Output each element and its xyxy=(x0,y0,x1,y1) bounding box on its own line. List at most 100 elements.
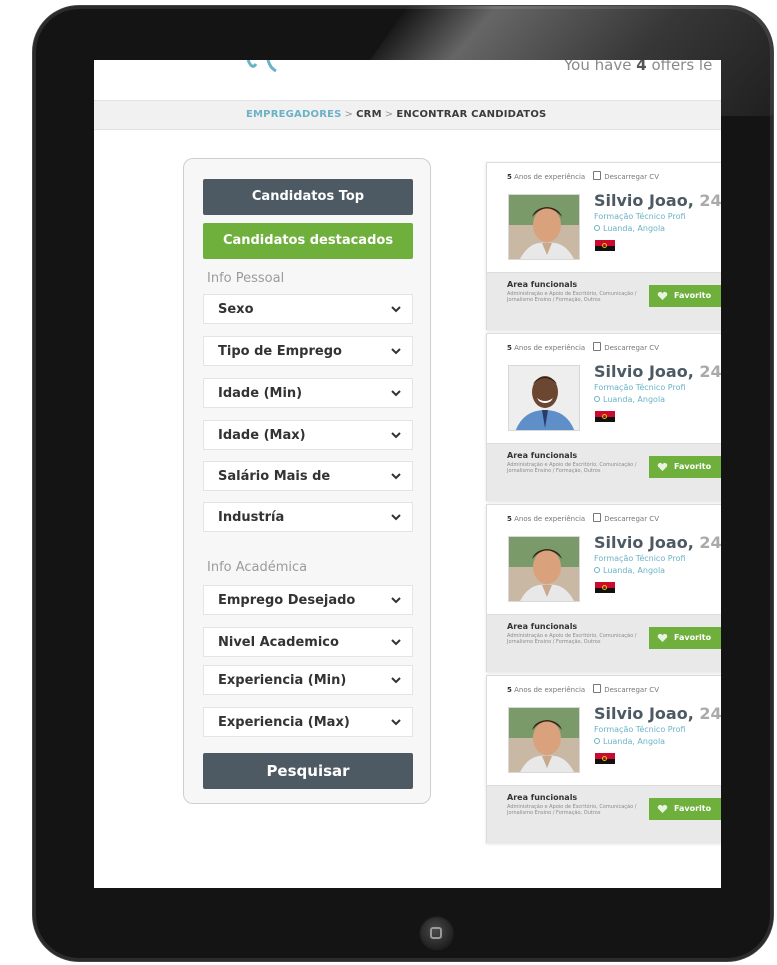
heart-icon xyxy=(657,804,668,813)
top-candidates-button[interactable]: Candidatos Top xyxy=(203,179,413,215)
filter-experiencia-max[interactable]: Experiencia (Max) xyxy=(203,707,413,737)
download-cv-link[interactable]: Descarregar CV xyxy=(604,686,659,694)
download-cv-link[interactable]: Descarregar CV xyxy=(604,173,659,181)
breadcrumb-crm[interactable]: CRM xyxy=(356,109,382,120)
angola-flag-icon xyxy=(595,411,615,422)
filter-label: Emprego Desejado xyxy=(218,593,356,608)
experience-meta: 5 Anos de experiência Descarregar CV xyxy=(507,342,659,352)
candidate-age: 24 xyxy=(699,704,721,723)
download-cv-link[interactable]: Descarregar CV xyxy=(604,344,659,352)
experience-meta: 5 Anos de experiência Descarregar CV xyxy=(507,684,659,694)
filter-label: Idade (Min) xyxy=(218,386,303,401)
chevron-down-icon xyxy=(391,597,401,604)
location-pin-icon xyxy=(594,396,600,402)
filter-tipo-emprego[interactable]: Tipo de Emprego xyxy=(203,336,413,366)
filter-label: Sexo xyxy=(218,302,254,317)
experience-label: Anos de experiência xyxy=(514,173,586,181)
home-button[interactable] xyxy=(419,916,455,952)
candidate-education: Formação Técnico Profi xyxy=(594,554,686,563)
filter-nivel-academico[interactable]: Nivel Academico xyxy=(203,627,413,657)
filter-emprego-desejado[interactable]: Emprego Desejado xyxy=(203,585,413,615)
candidate-name-text: Silvio Joao, xyxy=(594,704,694,723)
favorite-label: Favorito xyxy=(674,291,712,300)
filter-label: Idade (Max) xyxy=(218,428,306,443)
candidate-name[interactable]: Silvio Joao, 24 xyxy=(594,704,721,723)
document-icon xyxy=(593,171,602,180)
candidate-photo xyxy=(508,707,580,773)
favorite-button[interactable]: Favorito xyxy=(649,456,721,478)
filter-industria[interactable]: Industría xyxy=(203,502,413,532)
area-title: Area funcionals xyxy=(507,280,578,289)
candidate-card[interactable]: 5 Anos de experiência Descarregar CV Silv… xyxy=(486,504,721,672)
candidate-photo xyxy=(508,365,580,431)
filter-sexo[interactable]: Sexo xyxy=(203,294,413,324)
candidate-photo-image xyxy=(509,537,579,601)
candidate-card[interactable]: 5 Anos de experiência Descarregar CV Silv… xyxy=(486,162,721,330)
chevron-down-icon xyxy=(391,514,401,521)
filter-label: Experiencia (Min) xyxy=(218,673,347,688)
location-text: Luanda, Angola xyxy=(603,737,666,746)
location-text: Luanda, Angola xyxy=(603,566,666,575)
years-value: 5 xyxy=(507,344,512,352)
tablet-screen: You have 4 offers le EMPREGADORES > CRM > EN… xyxy=(94,60,721,888)
angola-flag-icon xyxy=(595,753,615,764)
area-title: Area funcionals xyxy=(507,793,578,802)
years-value: 5 xyxy=(507,173,512,181)
favorite-label: Favorito xyxy=(674,633,712,642)
candidate-photo-image xyxy=(509,708,579,772)
heart-icon xyxy=(657,633,668,642)
area-list: Administração e Apoio de Escritório, Com… xyxy=(507,462,637,474)
filter-salario[interactable]: Salário Mais de xyxy=(203,461,413,491)
favorite-button[interactable]: Favorito xyxy=(649,627,721,649)
chevron-down-icon xyxy=(391,348,401,355)
chevron-down-icon xyxy=(391,719,401,726)
location-text: Luanda, Angola xyxy=(603,395,666,404)
candidate-card[interactable]: 5 Anos de experiência Descarregar CV Silv… xyxy=(486,675,721,843)
favorite-button[interactable]: Favorito xyxy=(649,285,721,307)
candidate-age: 24 xyxy=(699,191,721,210)
chevron-down-icon xyxy=(391,432,401,439)
candidate-location: Luanda, Angola xyxy=(594,737,665,746)
breadcrumb-bar: EMPREGADORES > CRM > ENCONTRAR CANDIDATOS xyxy=(94,100,721,130)
chevron-down-icon xyxy=(391,306,401,313)
area-list: Administração e Apoio de Escritório, Com… xyxy=(507,291,637,303)
filter-label: Experiencia (Max) xyxy=(218,715,350,730)
featured-candidates-button[interactable]: Candidatos destacados xyxy=(203,223,413,259)
area-title: Area funcionals xyxy=(507,622,578,631)
breadcrumb-separator: > xyxy=(384,109,394,120)
candidate-location: Luanda, Angola xyxy=(594,566,665,575)
breadcrumb-empregadores[interactable]: EMPREGADORES xyxy=(246,109,342,120)
chevron-down-icon xyxy=(391,639,401,646)
years-value: 5 xyxy=(507,686,512,694)
candidate-name[interactable]: Silvio Joao, 24 xyxy=(594,533,721,552)
card-footer: Area funcionals Administração e Apoio de… xyxy=(487,272,721,330)
search-button[interactable]: Pesquisar xyxy=(203,753,413,789)
candidate-name[interactable]: Silvio Joao, 24 xyxy=(594,362,721,381)
download-cv-link[interactable]: Descarregar CV xyxy=(604,515,659,523)
candidate-card[interactable]: 5 Anos de experiência Descarregar CV Silv… xyxy=(486,333,721,501)
candidate-education: Formação Técnico Profi xyxy=(594,725,686,734)
filter-label: Tipo de Emprego xyxy=(218,344,342,359)
card-footer: Area funcionals Administração e Apoio de… xyxy=(487,785,721,843)
filter-experiencia-min[interactable]: Experiencia (Min) xyxy=(203,665,413,695)
heart-icon xyxy=(657,462,668,471)
candidate-name[interactable]: Silvio Joao, 24 xyxy=(594,191,721,210)
candidate-location: Luanda, Angola xyxy=(594,224,665,233)
experience-label: Anos de experiência xyxy=(514,515,586,523)
academic-info-heading: Info Académica xyxy=(207,560,308,575)
experience-label: Anos de experiência xyxy=(514,344,586,352)
location-pin-icon xyxy=(594,567,600,573)
angola-flag-icon xyxy=(595,582,615,593)
filter-idade-max[interactable]: Idade (Max) xyxy=(203,420,413,450)
location-pin-icon xyxy=(594,738,600,744)
angola-flag-icon xyxy=(595,240,615,251)
top-bar: You have 4 offers le xyxy=(94,60,721,100)
candidate-name-text: Silvio Joao, xyxy=(594,191,694,210)
filter-label: Salário Mais de xyxy=(218,469,331,484)
heart-icon xyxy=(657,291,668,300)
experience-meta: 5 Anos de experiência Descarregar CV xyxy=(507,171,659,181)
chevron-down-icon xyxy=(391,390,401,397)
filter-idade-min[interactable]: Idade (Min) xyxy=(203,378,413,408)
favorite-button[interactable]: Favorito xyxy=(649,798,721,820)
offers-notice: You have 4 offers le xyxy=(564,60,712,74)
